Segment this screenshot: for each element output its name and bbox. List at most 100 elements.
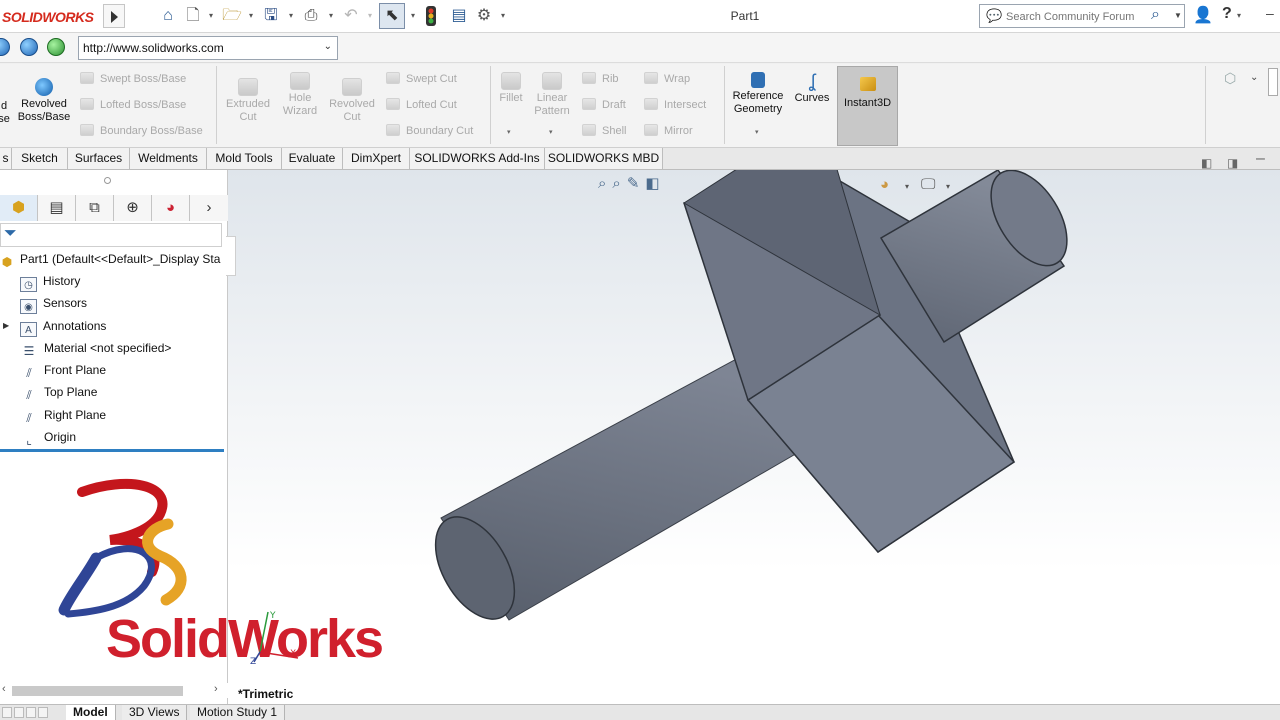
tab-weldments[interactable]: Weldments bbox=[130, 148, 207, 169]
swept-cut-button[interactable]: Swept Cut bbox=[386, 72, 457, 85]
revolved-boss-button[interactable]: Revolved Boss/Base bbox=[16, 78, 72, 124]
options-dropdown-icon[interactable]: ▾ bbox=[499, 6, 507, 26]
shell-button[interactable]: Shell bbox=[582, 124, 626, 137]
select-cursor-icon[interactable]: ⬉ bbox=[379, 3, 405, 29]
save-dropdown-icon[interactable]: ▾ bbox=[287, 6, 295, 26]
rollback-bar[interactable] bbox=[0, 449, 224, 452]
extruded-boss-partial-label[interactable]: d se bbox=[0, 100, 10, 126]
tree-item-history[interactable]: ◷ History bbox=[20, 271, 80, 292]
tree-item-right-plane[interactable]: ⫽ Right Plane bbox=[20, 405, 106, 426]
ribbon-scroll-handle[interactable] bbox=[1268, 68, 1278, 96]
tab-mold-tools[interactable]: Mold Tools bbox=[207, 148, 282, 169]
scroll-right-icon[interactable]: › bbox=[214, 683, 218, 695]
boundary-cut-button[interactable]: Boundary Cut bbox=[386, 124, 473, 137]
save-icon[interactable]: 🖫 bbox=[261, 6, 281, 26]
display-dropdown-icon[interactable]: ▾ bbox=[946, 182, 950, 191]
open-folder-icon[interactable]: 🗁 bbox=[221, 6, 243, 26]
appearance-dropdown-icon[interactable]: ▾ bbox=[905, 182, 909, 191]
fillet-dropdown-icon[interactable]: ▾ bbox=[507, 128, 511, 136]
search-dropdown-icon[interactable]: ▼ bbox=[1174, 11, 1182, 20]
undo-icon[interactable]: ↶ bbox=[341, 6, 361, 26]
display-manager-tab-icon[interactable]: ◕ bbox=[152, 195, 190, 221]
new-file-dropdown-icon[interactable]: ▾ bbox=[207, 6, 215, 26]
tree-root-part[interactable]: ⬢ Part1 (Default<<Default>_Display Sta bbox=[0, 249, 221, 270]
reference-geometry-dropdown-icon[interactable]: ▾ bbox=[755, 128, 759, 136]
tree-filter-field[interactable]: ⏷ bbox=[0, 223, 222, 247]
solidworks-brand-logo[interactable]: SOLIDWORKS bbox=[0, 6, 100, 28]
home-icon[interactable]: ⌂ bbox=[158, 6, 178, 26]
tab-surfaces[interactable]: Surfaces bbox=[68, 148, 130, 169]
minimize-icon[interactable]: – bbox=[1266, 5, 1274, 21]
main-menu-expand-arrow[interactable] bbox=[103, 4, 125, 28]
tab-features[interactable]: s bbox=[0, 148, 12, 169]
new-file-icon[interactable]: 🗋 bbox=[184, 6, 202, 26]
reference-geometry-button[interactable]: Reference Geometry bbox=[728, 72, 788, 116]
panel-horizontal-scrollbar[interactable]: ‹ › bbox=[0, 683, 228, 698]
help-dropdown-icon[interactable]: ▾ bbox=[1237, 11, 1241, 20]
search-community-box[interactable]: 💬 ⌕ ▼ bbox=[979, 4, 1185, 28]
fillet-button[interactable]: Fillet bbox=[494, 72, 528, 105]
prev-tab-icon[interactable] bbox=[14, 707, 24, 718]
previous-view-icon[interactable]: ✎ bbox=[627, 175, 646, 192]
search-icon[interactable]: ⌕ bbox=[1151, 6, 1160, 24]
gear-icon[interactable]: ⚙ bbox=[474, 6, 494, 26]
last-tab-icon[interactable] bbox=[38, 707, 48, 718]
revolved-cut-button[interactable]: Revolved Cut bbox=[325, 78, 379, 124]
tab-model[interactable]: Model bbox=[66, 705, 116, 720]
search-input[interactable] bbox=[1006, 8, 1156, 25]
3d-model-view[interactable] bbox=[228, 170, 1280, 704]
print-icon[interactable]: ⎙ bbox=[300, 6, 322, 26]
draft-button[interactable]: Draft bbox=[582, 98, 626, 111]
chevron-down-icon[interactable]: ⌄ bbox=[324, 41, 332, 52]
view-cube-icon[interactable]: ⬡ bbox=[1224, 70, 1236, 87]
zoom-to-area-icon[interactable]: ⌕ bbox=[612, 175, 626, 192]
curves-button[interactable]: ʆ Curves bbox=[791, 72, 833, 105]
viewport-restore-icon[interactable]: ◧ bbox=[1201, 156, 1212, 170]
rebuild-traffic-light-icon[interactable] bbox=[424, 6, 438, 26]
lofted-boss-button[interactable]: Lofted Boss/Base bbox=[80, 98, 186, 111]
next-tab-icon[interactable] bbox=[26, 707, 36, 718]
display-settings-icon[interactable]: 🖵 bbox=[921, 176, 935, 193]
linear-pattern-button[interactable]: Linear Pattern bbox=[530, 72, 574, 118]
panel-resize-handle[interactable] bbox=[226, 236, 236, 276]
refresh-globe-icon[interactable] bbox=[47, 38, 65, 56]
chevron-right-icon[interactable]: › bbox=[190, 195, 228, 221]
rib-button[interactable]: Rib bbox=[582, 72, 619, 85]
tree-item-material[interactable]: ☰ Material <not specified> bbox=[20, 338, 172, 359]
tab-evaluate[interactable]: Evaluate bbox=[282, 148, 343, 169]
scroll-thumb[interactable] bbox=[12, 686, 183, 696]
zoom-to-fit-icon[interactable]: ⌕ bbox=[598, 175, 612, 192]
tree-item-top-plane[interactable]: ⫽ Top Plane bbox=[20, 382, 97, 403]
open-dropdown-icon[interactable]: ▾ bbox=[247, 6, 255, 26]
user-icon[interactable]: 👤 bbox=[1193, 5, 1213, 25]
instant3d-button[interactable]: Instant3D bbox=[837, 66, 898, 146]
tree-item-sensors[interactable]: ◉ Sensors bbox=[20, 293, 87, 314]
property-manager-tab-icon[interactable]: ▤ bbox=[38, 195, 76, 221]
configuration-manager-tab-icon[interactable]: ⧉ bbox=[76, 195, 114, 221]
select-dropdown-icon[interactable]: ▾ bbox=[409, 6, 417, 26]
browse-globe-icon[interactable] bbox=[20, 38, 38, 56]
appearance-icon[interactable]: ◕ bbox=[880, 176, 889, 193]
intersect-button[interactable]: Intersect bbox=[644, 98, 706, 111]
extruded-cut-button[interactable]: Extruded Cut bbox=[221, 78, 275, 124]
expand-arrow-icon[interactable]: ▶ bbox=[3, 321, 9, 330]
tab-sketch[interactable]: Sketch bbox=[12, 148, 68, 169]
url-field[interactable]: http://www.solidworks.com ⌄ bbox=[78, 36, 338, 60]
tab-solidworks-addins[interactable]: SOLIDWORKS Add-Ins bbox=[410, 148, 545, 169]
first-tab-icon[interactable] bbox=[2, 707, 12, 718]
section-view-icon[interactable]: ◧ bbox=[645, 175, 665, 192]
wrap-button[interactable]: Wrap bbox=[644, 72, 690, 85]
undo-dropdown-icon[interactable]: ▾ bbox=[366, 6, 374, 26]
dimxpert-manager-tab-icon[interactable]: ⊕ bbox=[114, 195, 152, 221]
pattern-dropdown-icon[interactable]: ▾ bbox=[549, 128, 553, 136]
tab-solidworks-mbd[interactable]: SOLIDWORKS MBD bbox=[545, 148, 663, 169]
viewport-close-icon[interactable]: – bbox=[1256, 150, 1265, 168]
panel-grip-handle[interactable] bbox=[104, 177, 111, 184]
print-dropdown-icon[interactable]: ▾ bbox=[327, 6, 335, 26]
back-globe-icon[interactable] bbox=[0, 38, 10, 56]
viewport-tile-icon[interactable]: ◨ bbox=[1227, 156, 1238, 170]
lofted-cut-button[interactable]: Lofted Cut bbox=[386, 98, 457, 111]
scroll-left-icon[interactable]: ‹ bbox=[2, 683, 6, 695]
tree-item-front-plane[interactable]: ⫽ Front Plane bbox=[20, 360, 106, 381]
tree-item-annotations[interactable]: A Annotations bbox=[20, 316, 106, 337]
